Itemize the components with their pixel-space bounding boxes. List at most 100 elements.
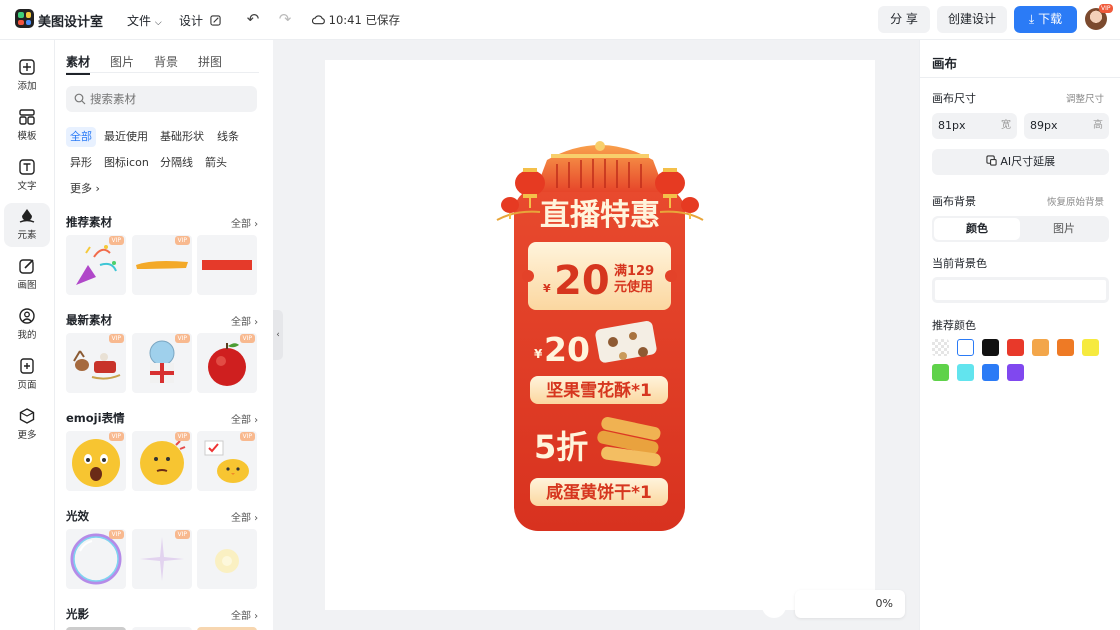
- section-all-latest[interactable]: 全部 ›: [231, 313, 258, 328]
- coupon-value: 20: [554, 258, 610, 304]
- chip-recent[interactable]: 最近使用: [100, 127, 152, 147]
- section-all-light-effect[interactable]: 全部 ›: [231, 509, 258, 524]
- current-bg-color[interactable]: [932, 277, 1109, 303]
- thumb-snow-globe-gift[interactable]: VIP: [132, 333, 192, 393]
- poster-graphic[interactable]: 直播特惠 ¥ 20 满129 元使用 ¥ 20 坚果雪花酥*1 5折 咸蛋黄饼干…: [325, 60, 875, 610]
- undo-icon[interactable]: ↶: [245, 11, 261, 27]
- reset-bg-link[interactable]: 恢复原始背景: [1047, 194, 1104, 208]
- color-swatch[interactable]: [1082, 339, 1099, 356]
- bg-type-image[interactable]: 图片: [1021, 218, 1107, 240]
- section-all-light-shadow[interactable]: 全部 ›: [231, 607, 258, 622]
- zoom-minus-button[interactable]: [762, 594, 786, 618]
- app-name: 美图设计室: [38, 15, 104, 30]
- width-unit: 宽: [1001, 120, 1011, 131]
- section-all-emoji[interactable]: 全部 ›: [231, 411, 258, 426]
- thumb-party-popper[interactable]: VIP: [66, 235, 126, 295]
- rail-item-add[interactable]: 添加: [4, 54, 50, 98]
- cloud-icon: [311, 15, 325, 25]
- chip-more[interactable]: 更多 ›: [66, 179, 104, 199]
- thumb-emoji-thinking[interactable]: VIP: [132, 431, 192, 491]
- vip-badge: VIP: [108, 334, 124, 343]
- thumb-emoji-scared[interactable]: VIP: [66, 431, 126, 491]
- design-menu[interactable]: 设计: [179, 12, 221, 29]
- resize-link[interactable]: 调整尺寸: [1066, 91, 1104, 105]
- rail-item-page[interactable]: 页面: [4, 353, 50, 397]
- rail-item-mine[interactable]: 我的: [4, 303, 50, 347]
- height-value: 89px: [1030, 119, 1058, 132]
- color-swatch[interactable]: [982, 339, 999, 356]
- rail-item-template[interactable]: 模板: [4, 104, 50, 148]
- vip-badge: VIP: [174, 432, 190, 441]
- vip-badge: VIP: [239, 432, 255, 441]
- color-swatch[interactable]: [1007, 339, 1024, 356]
- chip-basic-shape[interactable]: 基础形状: [156, 127, 208, 147]
- thumb-soft-glow[interactable]: [197, 529, 257, 589]
- search-box[interactable]: [66, 86, 257, 112]
- canvas-bg-label: 画布背景: [932, 195, 976, 208]
- page-icon: [20, 358, 34, 374]
- file-menu[interactable]: 文件 ⌵: [127, 12, 162, 29]
- rail-item-element[interactable]: 元素: [4, 203, 50, 247]
- vip-badge: VIP: [239, 334, 255, 343]
- vip-badge: VIP: [108, 432, 124, 441]
- section-all-recommended[interactable]: 全部 ›: [231, 215, 258, 230]
- create-design-button[interactable]: 创建设计: [937, 6, 1007, 33]
- rail-item-text[interactable]: 文字: [4, 154, 50, 198]
- ai-resize-button[interactable]: AI尺寸延展: [932, 149, 1109, 175]
- section-title-recommended: 推荐素材: [66, 215, 112, 229]
- design-canvas[interactable]: 直播特惠 ¥ 20 满129 元使用 ¥ 20 坚果雪花酥*1 5折 咸蛋黄饼干…: [325, 60, 875, 610]
- save-status: 10:41 已保存: [311, 12, 400, 28]
- thumb-sleigh[interactable]: VIP: [66, 333, 126, 393]
- bg-type-toggle: 颜色 图片: [932, 216, 1109, 242]
- color-swatch[interactable]: [932, 364, 949, 381]
- color-swatch[interactable]: [957, 339, 974, 356]
- chip-line[interactable]: 线条: [213, 127, 243, 147]
- app-logo[interactable]: [15, 9, 34, 28]
- recommend-colors-label: 推荐颜色: [932, 319, 976, 332]
- chip-all[interactable]: 全部: [66, 127, 96, 147]
- section-title-light-shadow: 光影: [66, 607, 89, 621]
- zoom-control[interactable]: 0%: [795, 590, 905, 618]
- thumb-apple[interactable]: VIP: [197, 333, 257, 393]
- section-title-light-effect: 光效: [66, 509, 89, 523]
- color-swatch[interactable]: [932, 339, 949, 356]
- thumb-red-bar[interactable]: [197, 235, 257, 295]
- height-field[interactable]: 89px 高: [1024, 113, 1109, 139]
- chip-divider[interactable]: 分隔线: [156, 153, 197, 173]
- chip-arrow[interactable]: 箭头: [201, 153, 231, 173]
- panel-divider: [920, 77, 1120, 78]
- template-icon: [19, 109, 35, 125]
- canvas-size-label: 画布尺寸: [932, 92, 976, 105]
- rail-item-more[interactable]: 更多: [4, 403, 50, 447]
- color-swatch[interactable]: [957, 364, 974, 381]
- color-swatch[interactable]: [1032, 339, 1049, 356]
- left-rail: 添加 模板 文字 元素 画图 我的 页面 更多: [0, 40, 55, 630]
- workspace: 直播特惠 ¥ 20 满129 元使用 ¥ 20 坚果雪花酥*1 5折 咸蛋黄饼干…: [283, 40, 919, 630]
- search-input[interactable]: [90, 86, 250, 112]
- collapse-panel-button[interactable]: ‹: [273, 310, 283, 360]
- bg-type-color[interactable]: 颜色: [934, 218, 1020, 240]
- color-swatch[interactable]: [1057, 339, 1074, 356]
- download-button[interactable]: ⤓ 下载: [1014, 6, 1077, 33]
- text-icon: [19, 159, 35, 175]
- thumb-brush-stroke[interactable]: VIP: [132, 235, 192, 295]
- section-title-emoji: emoji表情: [66, 411, 125, 425]
- thumb-bubble[interactable]: VIP: [66, 529, 126, 589]
- color-swatch[interactable]: [1007, 364, 1024, 381]
- color-swatch[interactable]: [982, 364, 999, 381]
- rail-item-draw[interactable]: 画图: [4, 253, 50, 297]
- redo-icon[interactable]: ↷: [277, 11, 293, 27]
- coupon-condition-1: 满129: [614, 263, 654, 279]
- tabs-divider: [66, 72, 259, 73]
- edit-icon: [210, 15, 221, 26]
- vip-badge: VIP: [108, 530, 124, 539]
- more-icon: [19, 408, 35, 424]
- share-button[interactable]: 分 享: [878, 6, 930, 33]
- thumb-star-glow[interactable]: VIP: [132, 529, 192, 589]
- search-icon: [74, 93, 86, 105]
- thumb-emoji-chick[interactable]: VIP: [197, 431, 257, 491]
- width-field[interactable]: 81px 宽: [932, 113, 1017, 139]
- chip-special-shape[interactable]: 异形: [66, 153, 96, 173]
- poster-roof: [535, 145, 665, 192]
- chip-icon[interactable]: 图标icon: [100, 153, 153, 173]
